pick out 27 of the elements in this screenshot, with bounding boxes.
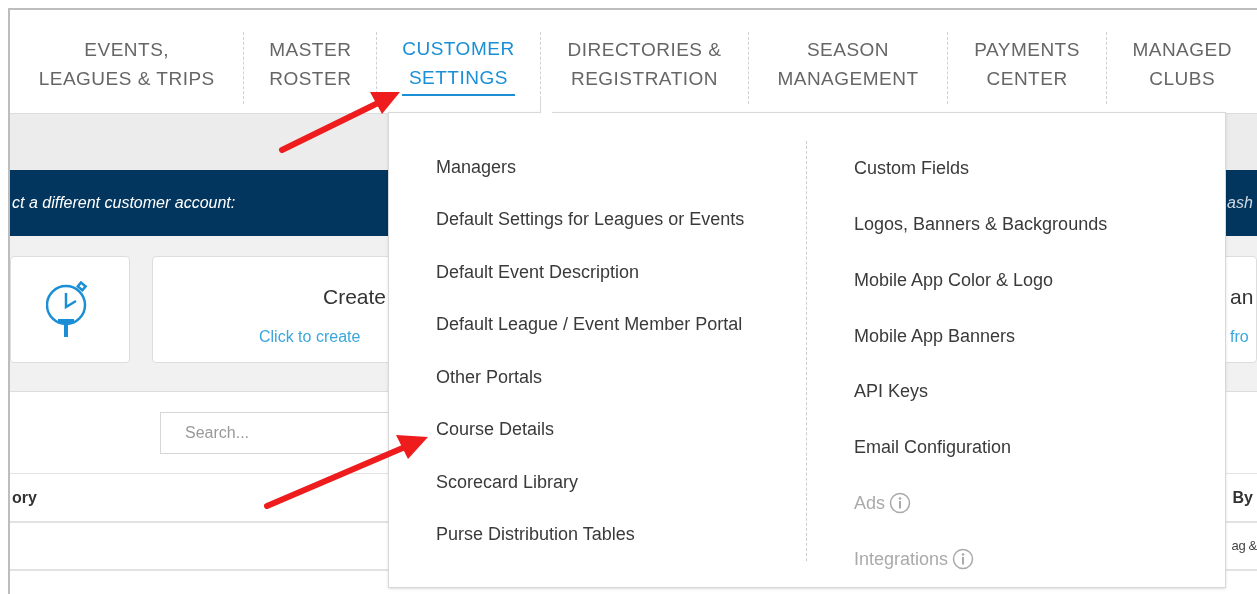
- nav-tab[interactable]: SEASON MANAGEMENT: [777, 32, 919, 96]
- table-cell-text: ag &: [1231, 537, 1257, 556]
- stopwatch-card[interactable]: [10, 256, 130, 363]
- column-header: By: [1232, 487, 1253, 508]
- menu-item[interactable]: Other Portals: [436, 351, 806, 404]
- menu-item[interactable]: Custom Fields: [854, 141, 1225, 197]
- menu-item[interactable]: Default Event Description: [436, 246, 806, 299]
- menu-item[interactable]: Email Configuration: [854, 419, 1225, 476]
- card-title: Create: [323, 284, 387, 310]
- card-title: an: [1230, 284, 1255, 310]
- menu-item[interactable]: Mobile App Banners: [854, 308, 1225, 364]
- nav-tab[interactable]: EVENTS, LEAGUES & TRIPS: [38, 32, 215, 96]
- menu-item[interactable]: Default Settings for Leagues or Events: [436, 193, 806, 246]
- menu-item[interactable]: Scorecard Library: [436, 456, 806, 509]
- nav-tab[interactable]: DIRECTORIES & REGISTRATION: [567, 32, 722, 96]
- menu-item[interactable]: API Keys: [854, 364, 1225, 420]
- nav-tab[interactable]: PAYMENTS CENTER: [974, 32, 1080, 96]
- column-header: ory: [12, 487, 37, 508]
- nav-tab[interactable]: CUSTOMER SETTINGS: [402, 32, 515, 96]
- menu-item[interactable]: Mobile App Color & Logo: [854, 252, 1225, 309]
- menu-item[interactable]: Default League / Event Member Portal: [436, 298, 806, 351]
- menu-item[interactable]: Purse Distribution Tables: [436, 508, 806, 561]
- nav-tab[interactable]: MANAGED CLUBS: [1132, 32, 1232, 96]
- nav-tab[interactable]: MASTER ROSTER: [269, 32, 352, 96]
- menu-item[interactable]: Managers: [436, 141, 806, 194]
- banner-text: ct a different customer account:: [12, 193, 236, 213]
- menu-item[interactable]: Logos, Banners & Backgrounds: [854, 196, 1225, 253]
